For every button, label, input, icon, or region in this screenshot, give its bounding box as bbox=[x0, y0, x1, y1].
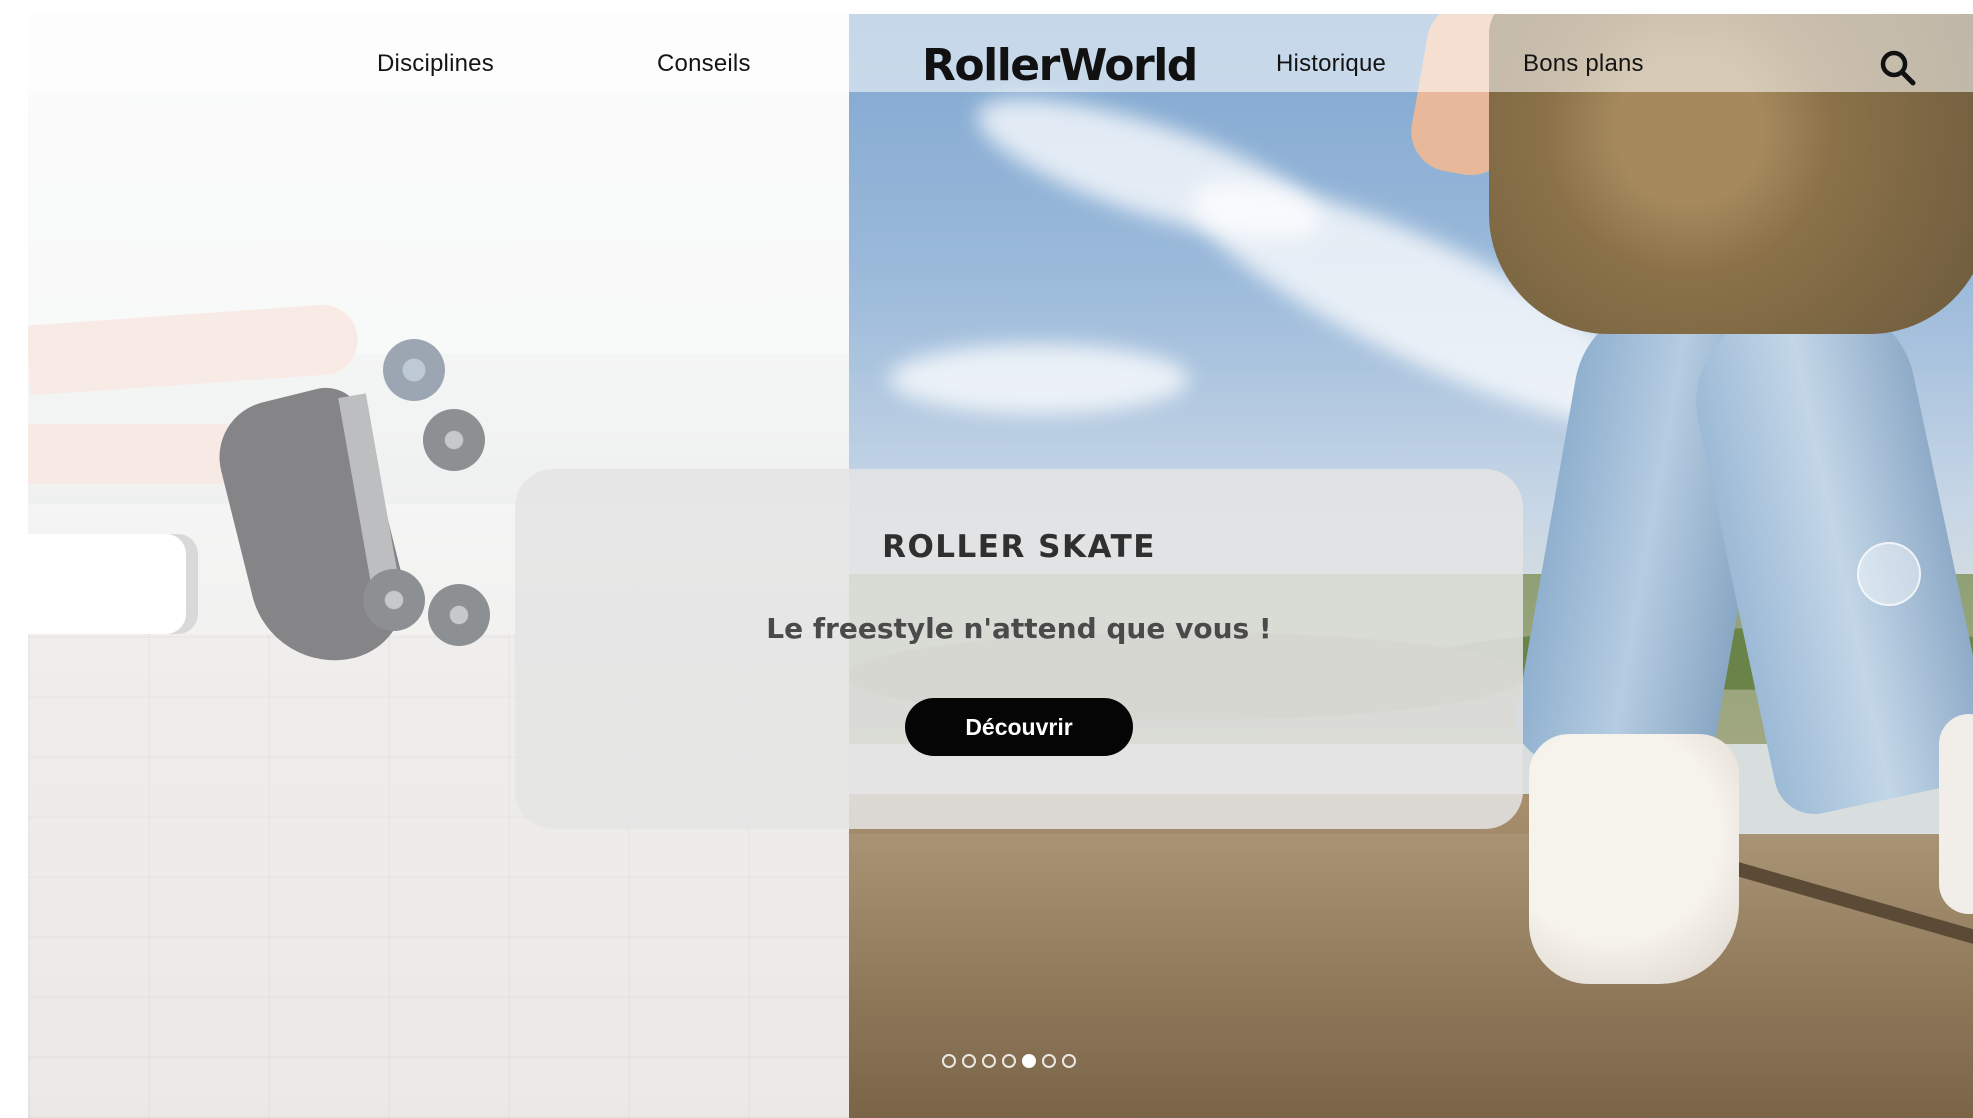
nav-link-bons-plans[interactable]: Bons plans bbox=[1523, 50, 1644, 78]
nav-link-historique[interactable]: Historique bbox=[1276, 50, 1386, 78]
page: Disciplines Conseils RollerWorld Histori… bbox=[0, 0, 1973, 1118]
skatepark-ground bbox=[849, 834, 1973, 1118]
slider-pagination bbox=[942, 1054, 1076, 1070]
hero-subtitle: Le freestyle n'attend que vous ! bbox=[766, 612, 1272, 645]
cloud bbox=[889, 344, 1189, 414]
inline-skate bbox=[1939, 714, 1973, 914]
site-header: Disciplines Conseils RollerWorld Histori… bbox=[28, 14, 1973, 92]
slider-dot[interactable] bbox=[942, 1054, 956, 1068]
top-margin bbox=[0, 0, 1973, 14]
nav-link-conseils[interactable]: Conseils bbox=[657, 50, 751, 78]
hero-caption-card: ROLLER SKATE Le freestyle n'attend que v… bbox=[515, 469, 1523, 829]
slider-next-button[interactable] bbox=[1857, 542, 1921, 606]
left-margin bbox=[0, 0, 28, 1118]
nav-link-disciplines[interactable]: Disciplines bbox=[377, 50, 494, 78]
search-icon bbox=[1880, 50, 1916, 86]
site-logo[interactable]: RollerWorld bbox=[922, 40, 1198, 91]
slider-dot-active[interactable] bbox=[1022, 1054, 1036, 1068]
hero-title: ROLLER SKATE bbox=[882, 529, 1156, 565]
search-button[interactable] bbox=[1878, 48, 1918, 88]
discover-button[interactable]: Découvrir bbox=[905, 698, 1133, 756]
slider-dot[interactable] bbox=[1062, 1054, 1076, 1068]
slider-dot[interactable] bbox=[982, 1054, 996, 1068]
inline-skate bbox=[1529, 734, 1739, 984]
slider-dot[interactable] bbox=[1042, 1054, 1056, 1068]
slider-dot[interactable] bbox=[962, 1054, 976, 1068]
slider-dot[interactable] bbox=[1002, 1054, 1016, 1068]
